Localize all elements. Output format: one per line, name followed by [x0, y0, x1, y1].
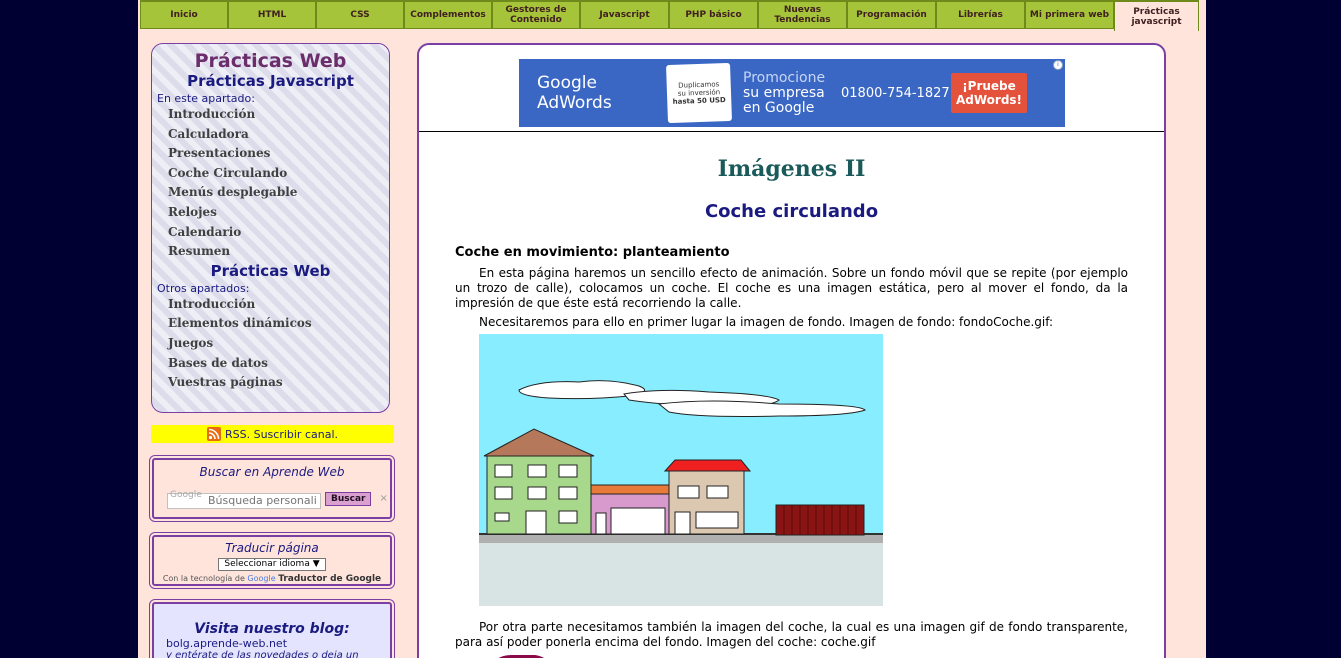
- sidebar-item[interactable]: Calculadora: [168, 125, 389, 145]
- adchoices-icon[interactable]: i: [1053, 60, 1063, 70]
- blog-note: y entérate de las novedades o deja un: [166, 650, 359, 658]
- ad-card-line3: hasta 50 USD: [672, 96, 726, 106]
- nav-tab-6[interactable]: PHP básico: [669, 0, 758, 29]
- paragraph-intro: En esta página haremos un sencillo efect…: [455, 266, 1128, 310]
- ad-promo-line2: su empresa: [743, 84, 825, 101]
- blog-link[interactable]: bolg.aprende-web.net: [154, 637, 390, 650]
- search-box: Buscar en Aprende Web Google Buscar ×: [149, 455, 395, 522]
- sidebar-item[interactable]: Resumen: [168, 242, 389, 262]
- section-heading: Coche en movimiento: planteamiento: [455, 245, 730, 260]
- ad-promo-line1: Promocione: [743, 69, 826, 86]
- powered-prefix: Con la tecnología de: [162, 574, 245, 583]
- sidebar-section-sub-other: Otros apartados:: [157, 281, 250, 295]
- translate-provider[interactable]: Traductor de Google: [278, 574, 381, 584]
- rss-icon: [206, 427, 221, 441]
- ad-phone: 01800-754-1827: [841, 85, 950, 101]
- sidebar-item[interactable]: Presentaciones: [168, 144, 389, 164]
- rss-link[interactable]: RSS. Suscribir canal.: [151, 425, 394, 443]
- sidebar-item[interactable]: Coche Circulando: [168, 164, 389, 184]
- sidebar-item[interactable]: Juegos: [168, 334, 389, 354]
- sidebar-section-web-title: Prácticas Web: [210, 261, 331, 280]
- sidebar-item[interactable]: Introducción: [168, 295, 389, 315]
- sidebar-item[interactable]: Introducción: [168, 105, 389, 125]
- ad-cta-line1: ¡Pruebe: [962, 79, 1016, 93]
- nav-tab-3[interactable]: Complementos: [404, 0, 492, 29]
- sidebar-list-javascript: Introducción Calculadora Presentaciones Coc…: [152, 105, 389, 262]
- adwords-banner[interactable]: i Google AdWords Duplicamos su inversión…: [519, 59, 1065, 127]
- ad-brand: Google AdWords: [537, 73, 612, 113]
- google-watermark: Google: [170, 490, 202, 500]
- nav-tab-2[interactable]: CSS: [316, 0, 404, 29]
- top-nav: Inicio HTML CSS Complementos Gestores de Con…: [140, 0, 1206, 31]
- paragraph-car: Por otra parte necesitamos también la im…: [455, 620, 1128, 649]
- search-button[interactable]: Buscar: [325, 491, 372, 506]
- street-background-image: [479, 334, 883, 606]
- ad-bar: i Google AdWords Duplicamos su inversión…: [419, 45, 1164, 132]
- page-title: Imágenes II: [717, 156, 866, 182]
- ad-promo: Promocione su empresa en Google: [743, 69, 839, 116]
- nav-tab-0[interactable]: Inicio: [140, 0, 228, 29]
- blog-box: Visita nuestro blog: bolg.aprende-web.ne…: [149, 599, 395, 658]
- sidebar-item[interactable]: Calendario: [168, 223, 389, 243]
- car-image: [498, 655, 545, 658]
- ad-cta-line2: AdWords!: [955, 93, 1023, 107]
- translate-box: Traducir página Seleccionar idioma ▼ Con…: [149, 532, 395, 589]
- nav-tab-1[interactable]: HTML: [228, 0, 316, 29]
- main-content: i Google AdWords Duplicamos su inversión…: [417, 43, 1166, 658]
- nav-tab-4[interactable]: Gestores de Contenido: [492, 0, 580, 29]
- blog-title: Visita nuestro blog:: [194, 621, 350, 637]
- language-select[interactable]: Seleccionar idioma ▼: [218, 558, 326, 571]
- sidebar-title: Prácticas Web: [194, 50, 347, 72]
- google-logo: Google: [247, 574, 276, 583]
- nav-tab-11[interactable]: Prácticas javascript: [1114, 0, 1199, 31]
- paragraph-background: Necesitaremos para ello en primer lugar …: [479, 315, 1054, 329]
- sidebar-item[interactable]: Bases de datos: [168, 354, 389, 374]
- page: Inicio HTML CSS Complementos Gestores de Con…: [138, 0, 1206, 658]
- sidebar-item[interactable]: Menús desplegable: [168, 183, 389, 203]
- nav-tab-5[interactable]: Javascript: [580, 0, 669, 29]
- rss-label: RSS. Suscribir canal.: [224, 427, 339, 441]
- nav-tab-8[interactable]: Programación: [847, 0, 936, 29]
- sidebar-section-sub: En este apartado:: [157, 92, 255, 105]
- ad-card: Duplicamos su inversión hasta 50 USD: [666, 62, 732, 124]
- nav-tab-10[interactable]: Mi primera web: [1025, 0, 1114, 29]
- nav-tab-9[interactable]: Librerías: [936, 0, 1025, 29]
- sidebar-item[interactable]: Vuestras páginas: [168, 373, 389, 393]
- translate-title: Traducir página: [225, 541, 319, 555]
- page-subtitle: Coche circulando: [704, 201, 879, 222]
- search-field-wrap: Google: [167, 489, 321, 509]
- nav-tab-7[interactable]: Nuevas Tendencias: [758, 0, 847, 29]
- ad-cta-button[interactable]: ¡Pruebe AdWords!: [951, 73, 1027, 113]
- sidebar-list-web: Introducción Elementos dinámicos Juegos Bas…: [152, 295, 389, 393]
- sidebar-section-javascript-title: Prácticas Javascript: [187, 72, 354, 90]
- sidebar-nav: Prácticas Web Prácticas Javascript En es…: [151, 43, 390, 413]
- sidebar-item[interactable]: Relojes: [168, 203, 389, 223]
- sidebar-item[interactable]: Elementos dinámicos: [168, 314, 389, 334]
- article: Imágenes II Coche circulando Coche en mo…: [419, 156, 1164, 658]
- clear-icon[interactable]: ×: [379, 493, 387, 504]
- search-title: Buscar en Aprende Web: [199, 465, 345, 479]
- translate-powered: Con la tecnología de Google Traductor de…: [154, 574, 390, 584]
- ad-promo-line3: en Google: [743, 99, 815, 116]
